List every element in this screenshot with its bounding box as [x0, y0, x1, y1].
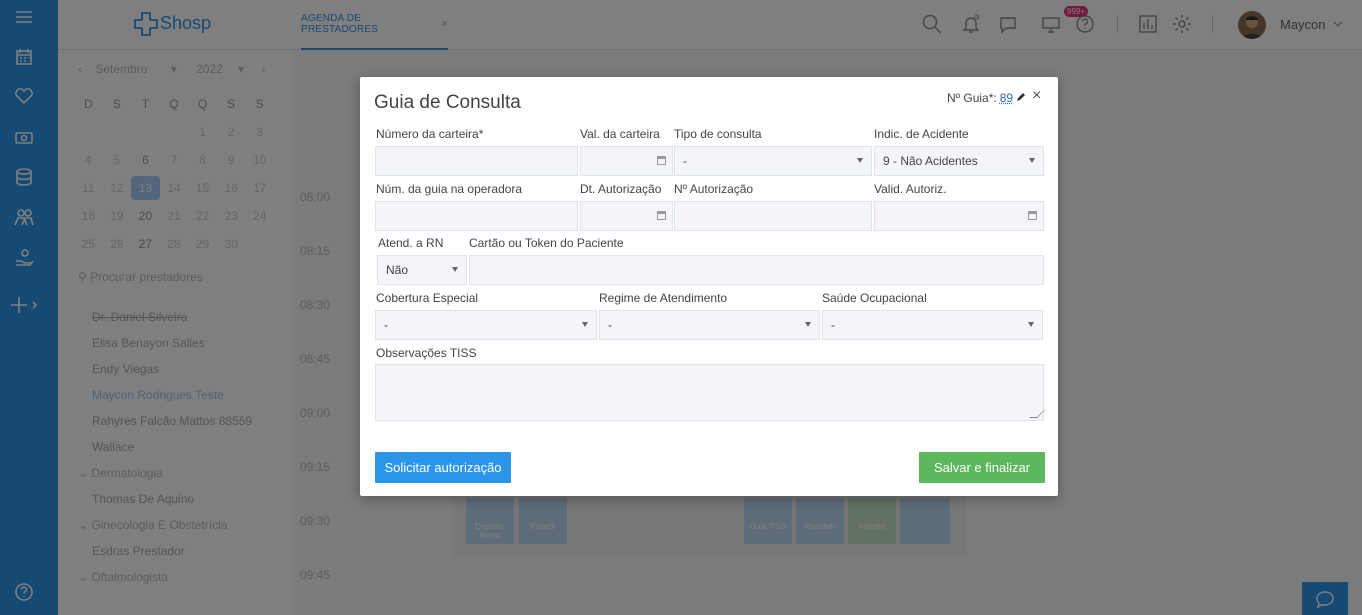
regime-atendimento-select[interactable]: -	[599, 310, 820, 340]
guia-number: Nº Guia*: 89	[947, 91, 1026, 105]
pencil-icon[interactable]	[1016, 92, 1026, 102]
indic-acidente-value: 9 - Não Acidentes	[883, 154, 978, 168]
chevron-down-icon	[452, 267, 458, 272]
regime-atendimento-value: -	[608, 318, 612, 332]
dt-autorizacao-date[interactable]	[580, 201, 673, 231]
indic-acidente-select[interactable]: 9 - Não Acidentes	[874, 146, 1044, 176]
calendar-icon	[657, 156, 666, 165]
label-observacoes: Observações TISS	[376, 346, 477, 360]
guia-number-value[interactable]: 89	[1000, 91, 1013, 105]
close-icon[interactable]: ×	[1032, 87, 1041, 105]
resize-handle-icon[interactable]	[1029, 410, 1045, 418]
cobertura-especial-select[interactable]: -	[375, 310, 597, 340]
label-n-autorizacao: Nº Autorização	[674, 182, 754, 196]
observacoes-textarea[interactable]	[375, 364, 1045, 421]
label-regime-atendimento: Regime de Atendimento	[599, 291, 728, 305]
label-saude-ocupacional: Saúde Ocupacional	[822, 291, 927, 305]
label-numero-carteira: Número da carteira*	[376, 127, 484, 141]
atend-rn-select[interactable]: Não	[377, 255, 467, 285]
tipo-consulta-select[interactable]: -	[674, 146, 872, 176]
tipo-consulta-value: -	[683, 154, 687, 168]
label-dt-autorizacao: Dt. Autorização	[580, 182, 662, 196]
cobertura-especial-value: -	[384, 318, 388, 332]
chevron-down-icon	[1028, 322, 1034, 327]
label-indic-acidente: Indic. de Acidente	[874, 127, 969, 141]
label-num-guia-operadora: Núm. da guia na operadora	[376, 182, 523, 196]
solicitar-autorizacao-button[interactable]: Solicitar autorização	[375, 452, 511, 483]
salvar-finalizar-button[interactable]: Salvar e finalizar	[919, 452, 1045, 483]
num-guia-operadora-input[interactable]	[375, 201, 578, 231]
chevron-down-icon	[805, 322, 811, 327]
label-atend-rn: Atend. a RN	[378, 236, 444, 250]
label-val-carteira: Val. da carteira	[580, 127, 660, 141]
saude-ocupacional-select[interactable]: -	[822, 310, 1043, 340]
modal-title: Guia de Consulta	[374, 92, 521, 113]
chevron-down-icon	[1029, 158, 1035, 163]
valid-autoriz-date[interactable]	[874, 201, 1044, 231]
calendar-icon	[1028, 211, 1037, 220]
calendar-icon	[657, 211, 666, 220]
label-cobertura-especial: Cobertura Especial	[376, 291, 479, 305]
atend-rn-value: Não	[386, 263, 409, 277]
label-tipo-consulta: Tipo de consulta	[674, 127, 762, 141]
guia-label: Nº Guia*:	[947, 91, 997, 105]
saude-ocupacional-value: -	[831, 318, 835, 332]
cartao-token-input[interactable]	[469, 255, 1044, 285]
label-valid-autoriz: Valid. Autoriz.	[874, 182, 947, 196]
chevron-down-icon	[582, 322, 588, 327]
chevron-down-icon	[857, 158, 863, 163]
val-carteira-date[interactable]	[580, 146, 673, 176]
guia-consulta-modal: Guia de Consulta Nº Guia*: 89 × Número da…	[360, 77, 1058, 496]
label-cartao-token: Cartão ou Token do Paciente	[469, 236, 624, 250]
numero-carteira-input[interactable]	[375, 146, 578, 176]
n-autorizacao-input[interactable]	[674, 201, 872, 231]
